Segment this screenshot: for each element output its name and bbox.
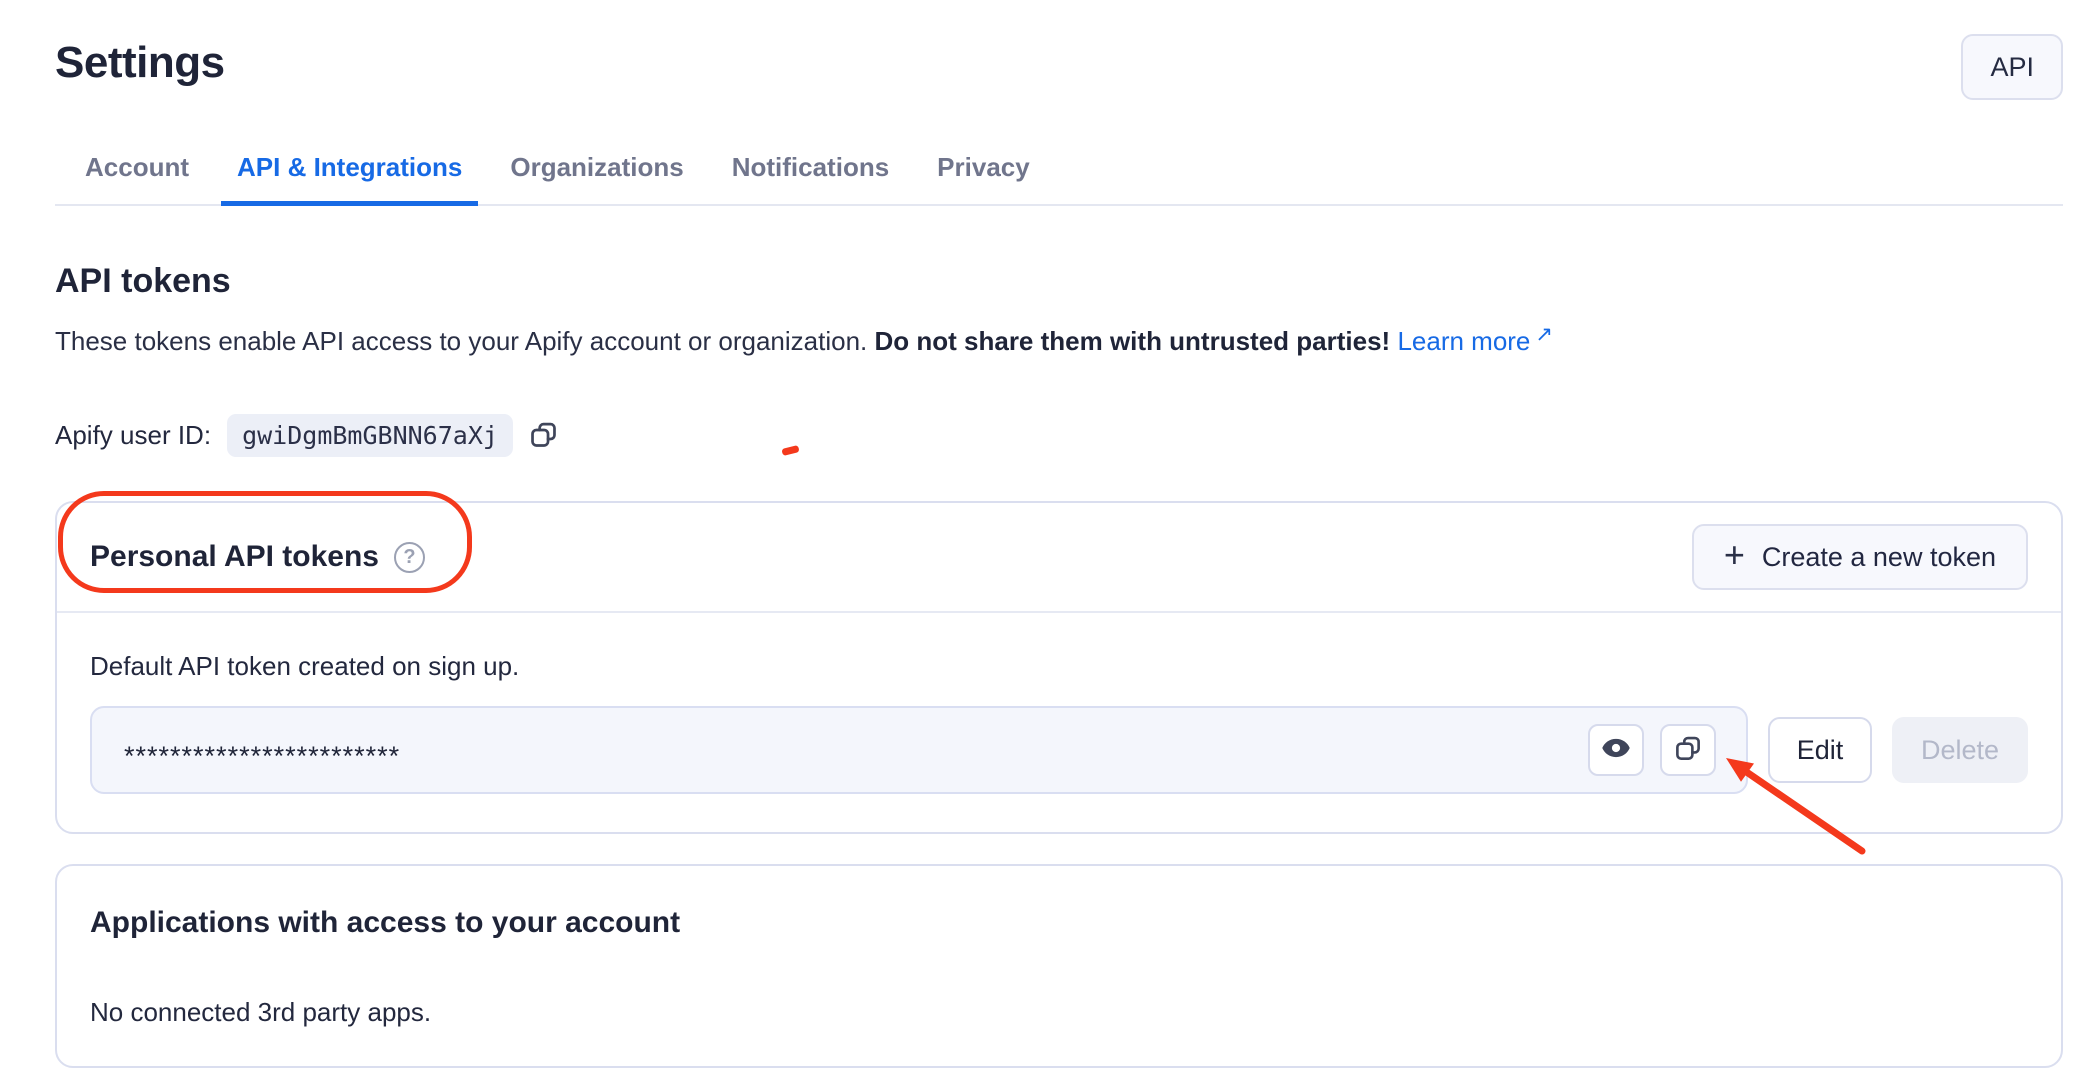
personal-tokens-card-header: Personal API tokens ? + Create a new tok… [57,503,2061,613]
personal-tokens-card-body: Default API token created on sign up. [57,613,2061,832]
token-field [90,706,1748,794]
applications-card: Applications with access to your account… [55,864,2063,1068]
copy-icon [528,419,559,453]
token-masked-input[interactable] [122,727,1566,773]
plus-icon: + [1724,537,1745,573]
applications-empty-text: No connected 3rd party apps. [90,997,2028,1028]
copy-token-button[interactable] [1660,724,1716,776]
tab-notifications[interactable]: Notifications [716,148,905,206]
user-id-label: Apify user ID: [55,420,211,451]
copy-icon [1673,733,1703,768]
api-badge-button[interactable]: API [1961,34,2063,100]
eye-icon [1600,732,1632,769]
user-id-value: gwiDgmBmGBNN67aXj [227,414,513,457]
personal-tokens-heading: Personal API tokens ? [90,540,425,574]
applications-heading: Applications with access to your account [90,906,2028,940]
tab-api-integrations[interactable]: API & Integrations [221,148,478,206]
delete-token-button[interactable]: Delete [1892,717,2028,783]
description-text: These tokens enable API access to your A… [55,326,874,356]
settings-page: Settings API Account API & Integrations … [0,0,2094,1068]
api-tokens-heading: API tokens [55,262,2063,301]
token-row: Edit Delete [90,706,2028,794]
edit-token-button[interactable]: Edit [1768,717,1872,783]
copy-user-id-button[interactable] [528,419,559,453]
external-link-icon: ↗ [1535,323,1553,346]
show-token-button[interactable] [1588,724,1644,776]
description-warning-text: Do not share them with untrusted parties… [874,326,1390,356]
page-title: Settings [55,34,225,92]
page-header: Settings API [55,34,2063,100]
default-token-note: Default API token created on sign up. [90,651,2028,682]
personal-tokens-heading-text: Personal API tokens [90,540,379,574]
user-id-row: Apify user ID: gwiDgmBmGBNN67aXj [55,414,2063,457]
help-icon[interactable]: ? [394,542,425,573]
create-token-label: Create a new token [1762,542,1996,573]
tab-account[interactable]: Account [69,148,205,206]
tab-organizations[interactable]: Organizations [494,148,699,206]
settings-tabs: Account API & Integrations Organizations… [55,148,2063,206]
tab-privacy[interactable]: Privacy [921,148,1046,206]
create-token-button[interactable]: + Create a new token [1692,524,2028,590]
learn-more-link[interactable]: Learn more [1397,326,1530,356]
api-tokens-description: These tokens enable API access to your A… [55,317,2063,359]
personal-tokens-card: Personal API tokens ? + Create a new tok… [55,501,2063,834]
